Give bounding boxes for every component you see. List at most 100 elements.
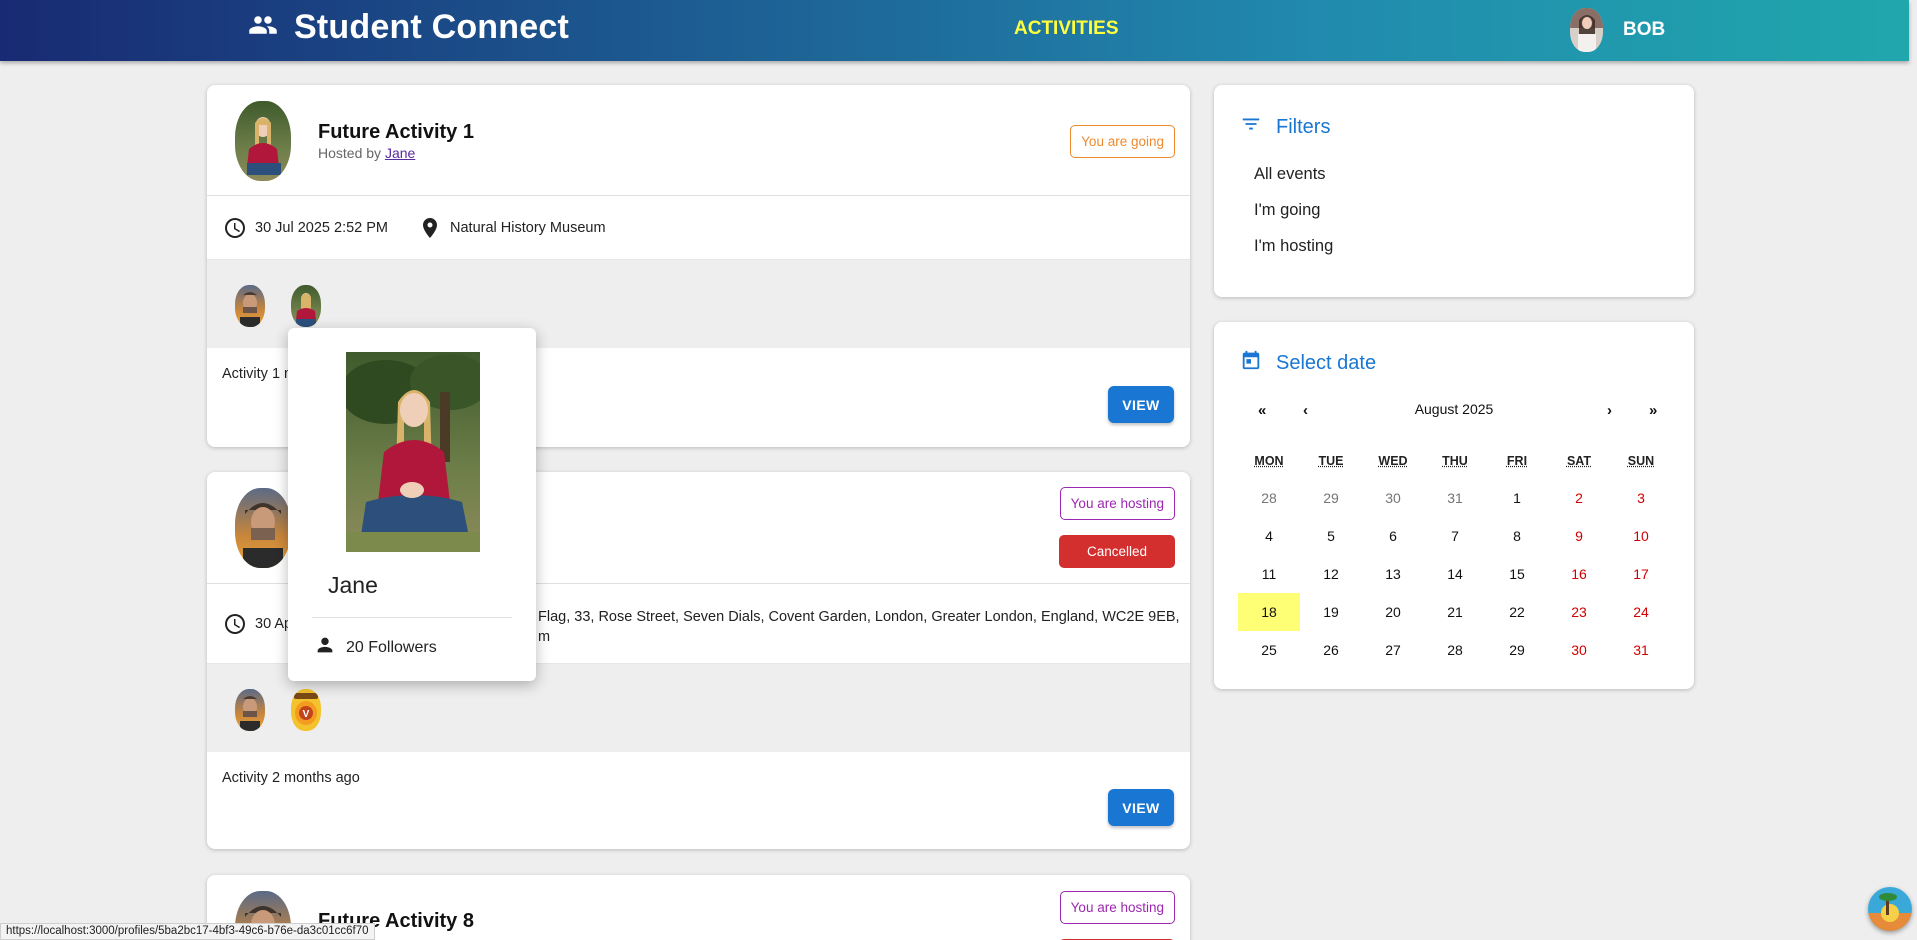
activity-venue: Flag, 33, Rose Street, Seven Dials, Cove… bbox=[538, 609, 1180, 645]
calendar-day[interactable]: 4 bbox=[1238, 517, 1300, 555]
calendar-day[interactable]: 27 bbox=[1362, 631, 1424, 669]
app-title: Student Connect bbox=[294, 8, 569, 46]
activity-title[interactable]: Future Activity 1 bbox=[318, 121, 474, 144]
calendar-day[interactable]: 17 bbox=[1610, 555, 1672, 593]
clock-icon bbox=[223, 612, 247, 636]
calendar-day[interactable]: 10 bbox=[1610, 517, 1672, 555]
group-icon bbox=[246, 10, 280, 45]
activity-date: 30 Ap bbox=[255, 615, 293, 632]
attendee-avatar[interactable] bbox=[235, 285, 265, 327]
location-pin-icon bbox=[418, 216, 442, 240]
host-avatar[interactable] bbox=[235, 101, 291, 181]
status-badge: You are hosting bbox=[1059, 891, 1175, 924]
divider bbox=[312, 617, 512, 618]
profile-name[interactable]: Jane bbox=[328, 572, 378, 599]
hosted-by: Hosted by Jane bbox=[318, 145, 416, 161]
calendar-day[interactable]: 21 bbox=[1424, 593, 1486, 631]
calendar-day[interactable]: 15 bbox=[1486, 555, 1548, 593]
view-button[interactable]: VIEW bbox=[1108, 789, 1174, 826]
filters-heading: Filters bbox=[1240, 113, 1330, 141]
calendar-week-row: 25 26 27 28 29 30 31 bbox=[1238, 631, 1670, 669]
calendar-day[interactable]: 29 bbox=[1300, 479, 1362, 517]
activity-card-footer: Activity 2 months ago VIEW bbox=[207, 752, 1190, 848]
view-button[interactable]: VIEW bbox=[1108, 386, 1174, 423]
calendar-icon bbox=[1240, 349, 1262, 377]
calendar-day[interactable]: 3 bbox=[1610, 479, 1672, 517]
weekday-label: THU bbox=[1442, 454, 1468, 468]
calendar-week-row: 4 5 6 7 8 9 10 bbox=[1238, 517, 1670, 555]
calendar-week-row: 28 29 30 31 1 2 3 bbox=[1238, 479, 1670, 517]
calendar-next-button[interactable]: › bbox=[1607, 402, 1612, 419]
calendar-days: 28 29 30 31 1 2 3 4 5 6 7 8 9 10 11 12 13 14 15 16 17 18 19 20 2… bbox=[1238, 479, 1670, 669]
app-bar: Student Connect ACTIVITIES BOB bbox=[0, 0, 1909, 61]
calendar-day[interactable]: 22 bbox=[1486, 593, 1548, 631]
calendar-day[interactable]: 24 bbox=[1610, 593, 1672, 631]
floating-avatar-button[interactable] bbox=[1868, 887, 1912, 931]
brand[interactable]: Student Connect bbox=[246, 8, 569, 47]
calendar-day[interactable]: 30 bbox=[1362, 479, 1424, 517]
calendar-heading: Select date bbox=[1240, 349, 1376, 377]
calendar-day[interactable]: 13 bbox=[1362, 555, 1424, 593]
host-link[interactable]: Jane bbox=[385, 145, 415, 161]
user-avatar bbox=[1570, 8, 1603, 52]
calendar-day[interactable]: 5 bbox=[1300, 517, 1362, 555]
person-icon bbox=[314, 634, 336, 661]
weekday-label: FRI bbox=[1506, 454, 1528, 468]
weekday-label: WED bbox=[1378, 454, 1408, 468]
calendar-day[interactable]: 31 bbox=[1424, 479, 1486, 517]
filter-im-hosting[interactable]: I'm hosting bbox=[1254, 237, 1333, 256]
calendar-weekday-row: MON TUE WED THU FRI SAT SUN bbox=[1238, 443, 1670, 479]
calendar-day[interactable]: 6 bbox=[1362, 517, 1424, 555]
followers-count: 20 Followers bbox=[314, 634, 437, 661]
weekday-label: SUN bbox=[1627, 454, 1655, 468]
activity-venue: Natural History Museum bbox=[450, 219, 606, 236]
browser-status-url: https://localhost:3000/profiles/5ba2bc17… bbox=[0, 923, 375, 940]
calendar-day[interactable]: 8 bbox=[1486, 517, 1548, 555]
status-badge: You are going bbox=[1070, 125, 1175, 158]
calendar-day[interactable]: 14 bbox=[1424, 555, 1486, 593]
status-badge: You are hosting bbox=[1059, 487, 1175, 520]
nav-activities[interactable]: ACTIVITIES bbox=[1014, 18, 1119, 40]
weekday-label: SAT bbox=[1566, 454, 1592, 468]
attendee-avatar[interactable]: V bbox=[291, 689, 321, 731]
user-name: BOB bbox=[1623, 19, 1666, 40]
activity-info: 30 Jul 2025 2:52 PM Natural History Muse… bbox=[207, 196, 1190, 260]
svg-text:V: V bbox=[303, 709, 310, 720]
calendar-day[interactable]: 26 bbox=[1300, 631, 1362, 669]
calendar-day[interactable]: 30 bbox=[1548, 631, 1610, 669]
weekday-label: TUE bbox=[1318, 454, 1344, 468]
filter-im-going[interactable]: I'm going bbox=[1254, 201, 1320, 220]
calendar-day[interactable]: 18 bbox=[1238, 593, 1300, 631]
profile-photo bbox=[346, 352, 480, 552]
calendar-grid: MON TUE WED THU FRI SAT SUN 28 29 30 31 1 2 3 4… bbox=[1238, 443, 1670, 669]
calendar-day[interactable]: 28 bbox=[1424, 631, 1486, 669]
activity-description: Activity 2 months ago bbox=[222, 770, 360, 786]
attendee-avatar[interactable] bbox=[235, 689, 265, 731]
clock-icon bbox=[223, 216, 247, 240]
calendar-day[interactable]: 23 bbox=[1548, 593, 1610, 631]
calendar-day[interactable]: 20 bbox=[1362, 593, 1424, 631]
calendar-day[interactable]: 19 bbox=[1300, 593, 1362, 631]
attendee-avatar[interactable] bbox=[291, 285, 321, 327]
cancelled-badge: Cancelled bbox=[1059, 535, 1175, 568]
calendar-day[interactable]: 25 bbox=[1238, 631, 1300, 669]
profile-popover: Jane 20 Followers bbox=[288, 328, 536, 681]
calendar-day[interactable]: 2 bbox=[1548, 479, 1610, 517]
calendar-day[interactable]: 12 bbox=[1300, 555, 1362, 593]
calendar-day[interactable]: 11 bbox=[1238, 555, 1300, 593]
calendar-month-label[interactable]: August 2025 bbox=[1214, 401, 1694, 417]
calendar-day[interactable]: 16 bbox=[1548, 555, 1610, 593]
calendar-day[interactable]: 1 bbox=[1486, 479, 1548, 517]
calendar-day[interactable]: 29 bbox=[1486, 631, 1548, 669]
calendar-last-button[interactable]: » bbox=[1649, 402, 1657, 419]
user-menu[interactable]: BOB bbox=[1570, 8, 1665, 52]
calendar-day[interactable]: 9 bbox=[1548, 517, 1610, 555]
calendar-day[interactable]: 28 bbox=[1238, 479, 1300, 517]
weekday-label: MON bbox=[1254, 454, 1284, 468]
calendar-day[interactable]: 31 bbox=[1610, 631, 1672, 669]
host-avatar[interactable] bbox=[235, 488, 291, 568]
calendar-week-row: 18 19 20 21 22 23 24 bbox=[1238, 593, 1670, 631]
calendar-day[interactable]: 7 bbox=[1424, 517, 1486, 555]
activity-card-header: Future Activity 1 Hosted by Jane You are… bbox=[207, 85, 1190, 196]
filter-all-events[interactable]: All events bbox=[1254, 165, 1326, 184]
